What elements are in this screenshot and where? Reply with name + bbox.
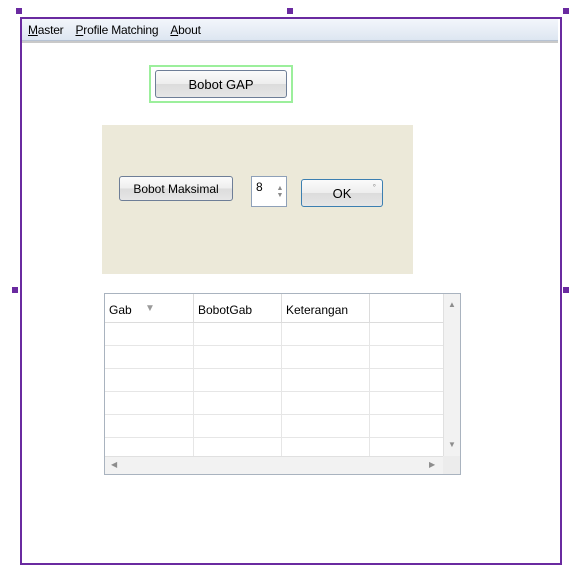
table-cell[interactable] bbox=[194, 346, 282, 368]
table-cell[interactable] bbox=[105, 346, 194, 368]
table-cell[interactable] bbox=[370, 346, 443, 368]
table-cell[interactable] bbox=[105, 323, 194, 345]
table-cell[interactable] bbox=[105, 392, 194, 414]
table-row[interactable] bbox=[105, 392, 443, 415]
gab-data-grid[interactable]: Gab ▼ BobotGab Keterangan ▲ ▼ ◀ ▶ bbox=[104, 293, 461, 475]
ok-button[interactable]: OK ° bbox=[301, 179, 383, 207]
table-row[interactable] bbox=[105, 415, 443, 438]
table-cell[interactable] bbox=[282, 346, 370, 368]
table-row[interactable] bbox=[105, 323, 443, 346]
table-cell[interactable] bbox=[105, 415, 194, 437]
table-cell[interactable] bbox=[370, 369, 443, 391]
resize-handle-top-right[interactable] bbox=[563, 8, 569, 14]
column-header-bobotgab[interactable]: BobotGab bbox=[194, 294, 282, 322]
table-cell[interactable] bbox=[370, 392, 443, 414]
spin-down-icon[interactable]: ▼ bbox=[277, 192, 284, 199]
menu-divider bbox=[22, 41, 558, 43]
column-header-keterangan[interactable]: Keterangan bbox=[282, 294, 370, 322]
column-header-label: BobotGab bbox=[198, 303, 253, 317]
ok-label: OK bbox=[332, 185, 352, 201]
scroll-left-icon[interactable]: ◀ bbox=[111, 460, 117, 469]
menu-about[interactable]: About bbox=[170, 23, 201, 37]
table-cell[interactable] bbox=[194, 392, 282, 414]
table-cell[interactable] bbox=[194, 415, 282, 437]
menu-master[interactable]: Master bbox=[28, 23, 64, 37]
bobot-maksimal-button[interactable]: Bobot Maksimal bbox=[119, 176, 233, 201]
resize-handle-left[interactable] bbox=[12, 287, 18, 293]
scroll-down-icon[interactable]: ▼ bbox=[444, 440, 460, 449]
table-cell[interactable] bbox=[105, 369, 194, 391]
table-cell[interactable] bbox=[282, 415, 370, 437]
scroll-right-icon[interactable]: ▶ bbox=[429, 460, 435, 469]
resize-handle-top[interactable] bbox=[287, 8, 293, 14]
stepper-arrows[interactable]: ▲ ▼ bbox=[274, 177, 286, 206]
table-cell[interactable] bbox=[282, 369, 370, 391]
column-header-gab[interactable]: Gab ▼ bbox=[105, 294, 194, 322]
table-row[interactable] bbox=[105, 369, 443, 392]
table-cell[interactable] bbox=[194, 369, 282, 391]
grid-header: Gab ▼ BobotGab Keterangan bbox=[105, 294, 443, 323]
scroll-up-icon[interactable]: ▲ bbox=[444, 300, 460, 309]
spin-up-icon[interactable]: ▲ bbox=[277, 185, 284, 192]
table-cell[interactable] bbox=[282, 392, 370, 414]
resize-handle-top-left[interactable] bbox=[16, 8, 22, 14]
table-row[interactable] bbox=[105, 346, 443, 369]
resize-handle-right[interactable] bbox=[563, 287, 569, 293]
ok-indicator-icon: ° bbox=[372, 183, 376, 192]
table-cell[interactable] bbox=[282, 323, 370, 345]
vertical-scrollbar[interactable]: ▲ ▼ bbox=[443, 294, 460, 457]
horizontal-scrollbar[interactable]: ◀ ▶ bbox=[105, 456, 445, 474]
sort-down-icon: ▼ bbox=[145, 303, 155, 314]
menu-profile-matching[interactable]: Profile Matching bbox=[75, 23, 158, 37]
table-cell[interactable] bbox=[370, 415, 443, 437]
bobot-maksimal-stepper[interactable]: 8 ▲ ▼ bbox=[251, 176, 287, 207]
column-header-label: Gab bbox=[109, 303, 132, 317]
column-header-extra[interactable] bbox=[370, 294, 443, 322]
table-cell[interactable] bbox=[194, 323, 282, 345]
column-header-label: Keterangan bbox=[286, 303, 349, 317]
scrollbar-corner bbox=[443, 456, 460, 474]
stepper-value[interactable]: 8 bbox=[252, 177, 274, 206]
menu-bar: Master Profile Matching About bbox=[22, 19, 558, 41]
table-cell[interactable] bbox=[370, 323, 443, 345]
bobot-gap-button[interactable]: Bobot GAP bbox=[155, 70, 287, 98]
